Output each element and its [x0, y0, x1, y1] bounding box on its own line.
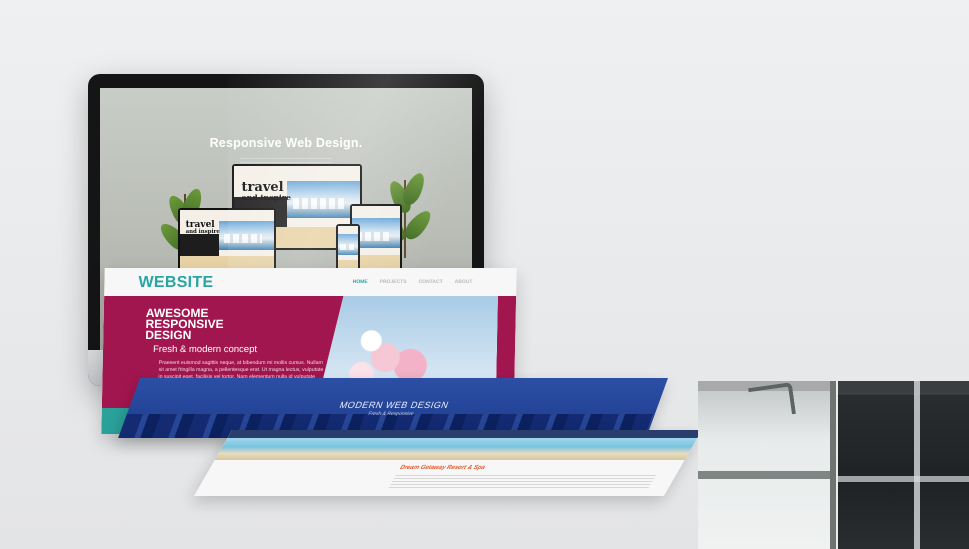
beach-photo [214, 438, 698, 460]
window-frame-bar [698, 471, 832, 479]
pink-page-nav: HOME PROJECTS CONTACT ABOUT [353, 279, 473, 285]
blue-page-title: MODERN WEB DESIGN [338, 400, 451, 410]
headline-line-3: DESIGN [145, 328, 192, 342]
beach-page-navbar [227, 430, 702, 438]
window-hinge-icon [747, 382, 797, 420]
pink-page-logo: WEBSITE [138, 274, 214, 291]
dark-appliance [838, 381, 969, 549]
nav-home: HOME [352, 279, 368, 285]
appliance-top [838, 381, 969, 395]
laptop-inspire-text: and inspire [185, 229, 220, 236]
nav-contact: CONTACT [418, 279, 443, 285]
pink-page-tagline: Fresh & modern concept [152, 344, 258, 355]
window-divider [830, 381, 836, 549]
beach-webpage-sheet: Dream Getaway Resort & Spa [193, 430, 702, 496]
scene: Responsive Web Design. [0, 0, 969, 549]
blue-page-subtitle: Fresh & Responsive [367, 411, 415, 417]
blue-webpage-sheet: MODERN WEB DESIGN Fresh & Responsive [118, 378, 668, 438]
appliance-shelf [838, 476, 969, 482]
pink-page-headline: AWESOME RESPONSIVE DESIGN [145, 306, 224, 342]
beach-page-text-lines [387, 475, 657, 489]
room-photo [698, 381, 969, 549]
beach-page-title: Dream Getaway Resort & Spa [398, 465, 487, 471]
nav-projects: PROJECTS [379, 279, 407, 285]
nav-about: ABOUT [454, 279, 473, 285]
pink-page-header: WEBSITE HOME PROJECTS CONTACT ABOUT [104, 268, 517, 297]
appliance-gap [914, 381, 920, 549]
